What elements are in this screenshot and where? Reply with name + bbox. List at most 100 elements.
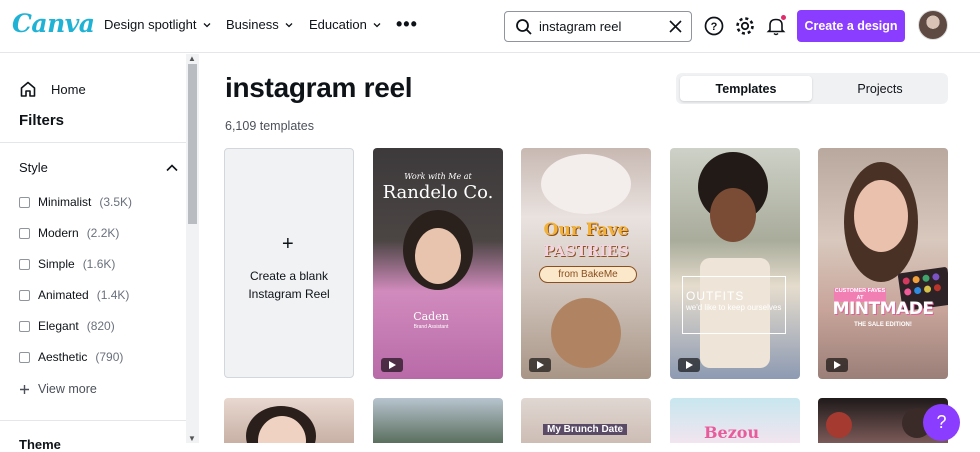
filter-option-animated[interactable]: Animated (1.4K) <box>19 288 129 302</box>
scroll-down-arrow-icon[interactable]: ▼ <box>188 434 196 443</box>
template-text: My Brunch Date <box>543 424 628 435</box>
template-thumbnail-face <box>854 180 908 252</box>
nav-design-spotlight[interactable]: Design spotlight <box>104 17 212 32</box>
template-text: Bezou <box>704 423 760 442</box>
filter-count: (1.4K) <box>96 288 130 302</box>
divider <box>0 420 186 421</box>
home-link[interactable]: Home <box>19 80 86 98</box>
template-card[interactable]: OUTFITS we'd like to keep ourselves <box>670 148 800 379</box>
tab-templates[interactable]: Templates <box>680 76 812 101</box>
svg-text:?: ? <box>711 21 718 33</box>
template-text: PASTRIES <box>543 242 629 260</box>
create-blank-card[interactable]: + Create a blank Instagram Reel <box>224 148 354 378</box>
checkbox[interactable] <box>19 227 30 239</box>
checkbox[interactable] <box>19 196 30 208</box>
plus-icon <box>20 384 29 394</box>
filters-sidebar: Home Filters Style Minimalist (3.5K) Mod… <box>0 54 200 452</box>
style-filter-header[interactable]: Style <box>19 160 179 175</box>
filter-option-aesthetic[interactable]: Aesthetic (790) <box>19 350 123 364</box>
settings-gear-icon[interactable] <box>734 15 756 37</box>
more-horizontal-icon[interactable]: ••• <box>396 14 418 35</box>
template-text: OUTFITS <box>686 289 745 303</box>
search-bar <box>504 11 692 42</box>
view-more-label: View more <box>38 382 97 396</box>
top-navigation-bar: Canva Design spotlight Business Educatio… <box>0 0 980 53</box>
video-play-icon <box>529 358 551 372</box>
chevron-down-icon <box>285 22 293 27</box>
help-button[interactable]: ? <box>923 404 960 441</box>
canva-logo[interactable]: Canva <box>12 9 95 38</box>
chevron-down-icon <box>373 22 381 27</box>
template-card[interactable]: My Brunch Date <box>521 398 651 443</box>
checkbox[interactable] <box>19 320 30 332</box>
scroll-up-arrow-icon[interactable]: ▲ <box>188 54 196 63</box>
filter-option-modern[interactable]: Modern (2.2K) <box>19 226 119 240</box>
template-text: Caden <box>413 310 449 323</box>
filter-label: Animated <box>38 288 89 302</box>
filter-label: Simple <box>38 257 75 271</box>
user-avatar[interactable] <box>918 10 948 40</box>
view-more-link[interactable]: View more <box>19 382 97 396</box>
template-thumbnail-record <box>826 412 852 438</box>
help-circle-icon[interactable]: ? <box>703 15 725 37</box>
filter-count: (820) <box>86 319 115 333</box>
template-text: Work with Me at <box>404 172 472 181</box>
filters-title: Filters <box>19 112 65 129</box>
filter-count: (2.2K) <box>86 226 120 240</box>
filter-label: Minimalist <box>38 195 92 209</box>
templates-count: 6,109 templates <box>225 119 314 133</box>
template-card[interactable] <box>224 398 354 443</box>
filter-count: (1.6K) <box>82 257 116 271</box>
checkbox[interactable] <box>19 351 30 363</box>
template-thumbnail-face <box>710 188 756 242</box>
notification-badge <box>781 15 786 20</box>
page-title: instagram reel <box>225 72 413 103</box>
template-text: we'd like to keep ourselves <box>686 303 782 312</box>
filter-option-simple[interactable]: Simple (1.6K) <box>19 257 115 271</box>
template-thumbnail-pastry <box>551 298 621 368</box>
nav-label: Education <box>309 17 367 32</box>
template-thumbnail-face <box>415 228 461 284</box>
divider <box>0 142 186 143</box>
nav-label: Design spotlight <box>104 17 197 32</box>
video-play-icon <box>678 358 700 372</box>
template-text: Our Fave <box>543 220 629 240</box>
nav-business[interactable]: Business <box>226 17 294 32</box>
theme-filter-header[interactable]: Theme <box>19 437 61 452</box>
template-card[interactable]: Our Fave PASTRIES from BakeMe <box>521 148 651 379</box>
checkbox[interactable] <box>19 258 30 270</box>
clear-search-icon[interactable] <box>668 19 683 34</box>
filter-label: Aesthetic <box>38 350 88 364</box>
plus-icon: + <box>282 233 294 255</box>
template-text: Randelo Co. <box>382 182 494 203</box>
template-card[interactable]: CUSTOMER FAVES AT MINTMADE THE SALE EDIT… <box>818 148 948 379</box>
template-text: Brand Assistant <box>413 324 449 330</box>
home-label: Home <box>51 81 86 97</box>
video-play-icon <box>381 358 403 372</box>
checkbox[interactable] <box>19 289 30 301</box>
chevron-down-icon <box>203 22 210 27</box>
nav-education[interactable]: Education <box>309 17 382 32</box>
template-thumbnail-pastry <box>541 154 631 214</box>
scrollbar-thumb[interactable] <box>188 64 197 224</box>
search-input[interactable] <box>539 19 659 34</box>
search-icon <box>516 18 532 35</box>
chevron-up-icon <box>166 163 178 171</box>
filter-count: (790) <box>95 350 124 364</box>
create-design-button[interactable]: Create a design <box>797 10 905 42</box>
template-card[interactable]: Bezou <box>670 398 800 443</box>
filter-label: Modern <box>38 226 79 240</box>
template-card[interactable] <box>373 398 503 443</box>
filter-label: Elegant <box>38 319 79 333</box>
filter-count: (3.5K) <box>99 195 133 209</box>
results-toggle: Templates Projects <box>676 73 948 104</box>
template-card[interactable]: Work with Me at Randelo Co. Caden Brand … <box>373 148 503 379</box>
video-play-icon <box>826 358 848 372</box>
filter-option-elegant[interactable]: Elegant (820) <box>19 319 115 333</box>
filter-option-minimalist[interactable]: Minimalist (3.5K) <box>19 195 132 209</box>
template-text: THE SALE EDITION! <box>854 322 912 328</box>
template-text: from BakeMe <box>539 266 637 283</box>
create-blank-label: Create a blank Instagram Reel <box>248 269 330 301</box>
tab-projects[interactable]: Projects <box>814 76 946 101</box>
home-icon <box>20 81 36 97</box>
